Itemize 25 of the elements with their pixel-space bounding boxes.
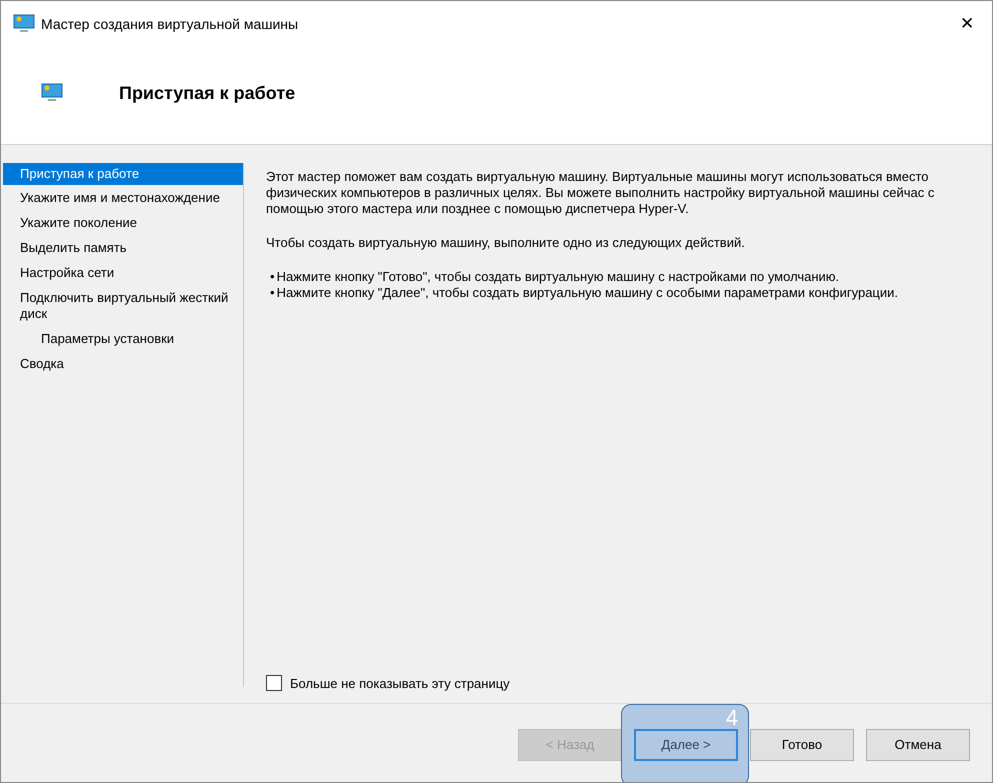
wizard-step[interactable]: Параметры установки [3,326,243,351]
instruction-text: Нажмите кнопку "Готово", чтобы создать виртуальную машину с настройками по умолчанию. [276,269,840,284]
wizard-button[interactable]: Отмена [866,728,970,760]
description-text: Чтобы создать виртуальную машину, выполните одно из следующих действий. [266,235,746,251]
step-number: 4 [726,704,738,730]
wizard-step[interactable]: Укажите поколение [3,210,243,235]
wizard-step[interactable]: Приступая к работе [3,163,243,185]
wizard-button[interactable]: Далее > [634,728,738,760]
wizard-button[interactable]: Готово [750,728,854,760]
wizard-step[interactable]: Выделить память [3,235,243,260]
checkbox-label[interactable]: Больше не показывать эту страницу [290,676,510,690]
monitor-icon [41,83,63,103]
window-title: Мастер создания виртуальной машины [41,16,300,32]
description-text: Этот мастер поможет вам создать виртуальную машину. Виртуальные машины могут использоваться вместо физических компьютеров в различных целях. Вы можете выполнить настройку виртуальной машины сейчас с помощью этого мастера или позднее с помощью диспетчера Hyper-V. [266,169,936,217]
page-heading: Приступая к работе [119,82,296,104]
bullet-marker: • [270,269,275,284]
close-button[interactable]: ✕ [944,1,990,46]
instruction-text: Нажмите кнопку "Далее", чтобы создать виртуальную машину с особыми параметрами конфигурации. [276,285,898,300]
wizard-step[interactable]: Подключить виртуальный жесткий диск [3,285,243,326]
checkbox[interactable] [266,675,282,691]
wizard-step[interactable]: Сводка [3,351,243,376]
wizard-step[interactable]: Укажите имя и местонахождение [3,185,243,210]
monitor-icon [13,14,35,34]
wizard-step[interactable]: Настройка сети [3,260,243,285]
bullet-marker: • [270,285,275,300]
